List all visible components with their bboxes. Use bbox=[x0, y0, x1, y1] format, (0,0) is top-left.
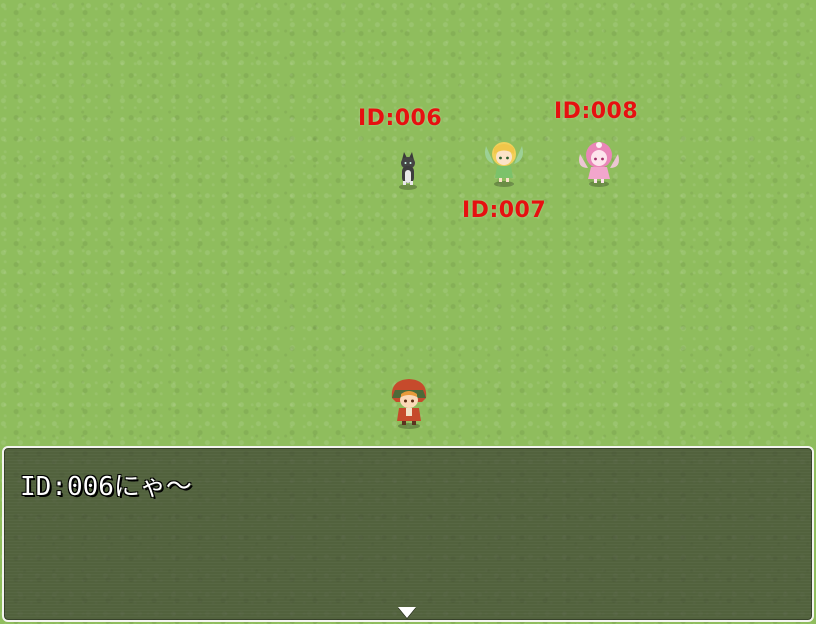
npc-id-label-007: ID:007 bbox=[462, 198, 547, 223]
npc-id-label-008: ID:008 bbox=[554, 99, 639, 124]
message-window[interactable]: ID:006にゃ～ bbox=[2, 446, 814, 622]
message-text: ID:006にゃ～ bbox=[20, 472, 192, 502]
player-character-sprite[interactable] bbox=[386, 376, 432, 430]
cat-npc-sprite[interactable] bbox=[394, 148, 422, 190]
triangle-down-icon[interactable] bbox=[398, 607, 416, 618]
npc-id-label-006: ID:006 bbox=[358, 106, 443, 131]
fairy-npc-sprite-yellow[interactable] bbox=[480, 138, 528, 188]
fairy-npc-sprite-pink[interactable] bbox=[576, 138, 622, 188]
